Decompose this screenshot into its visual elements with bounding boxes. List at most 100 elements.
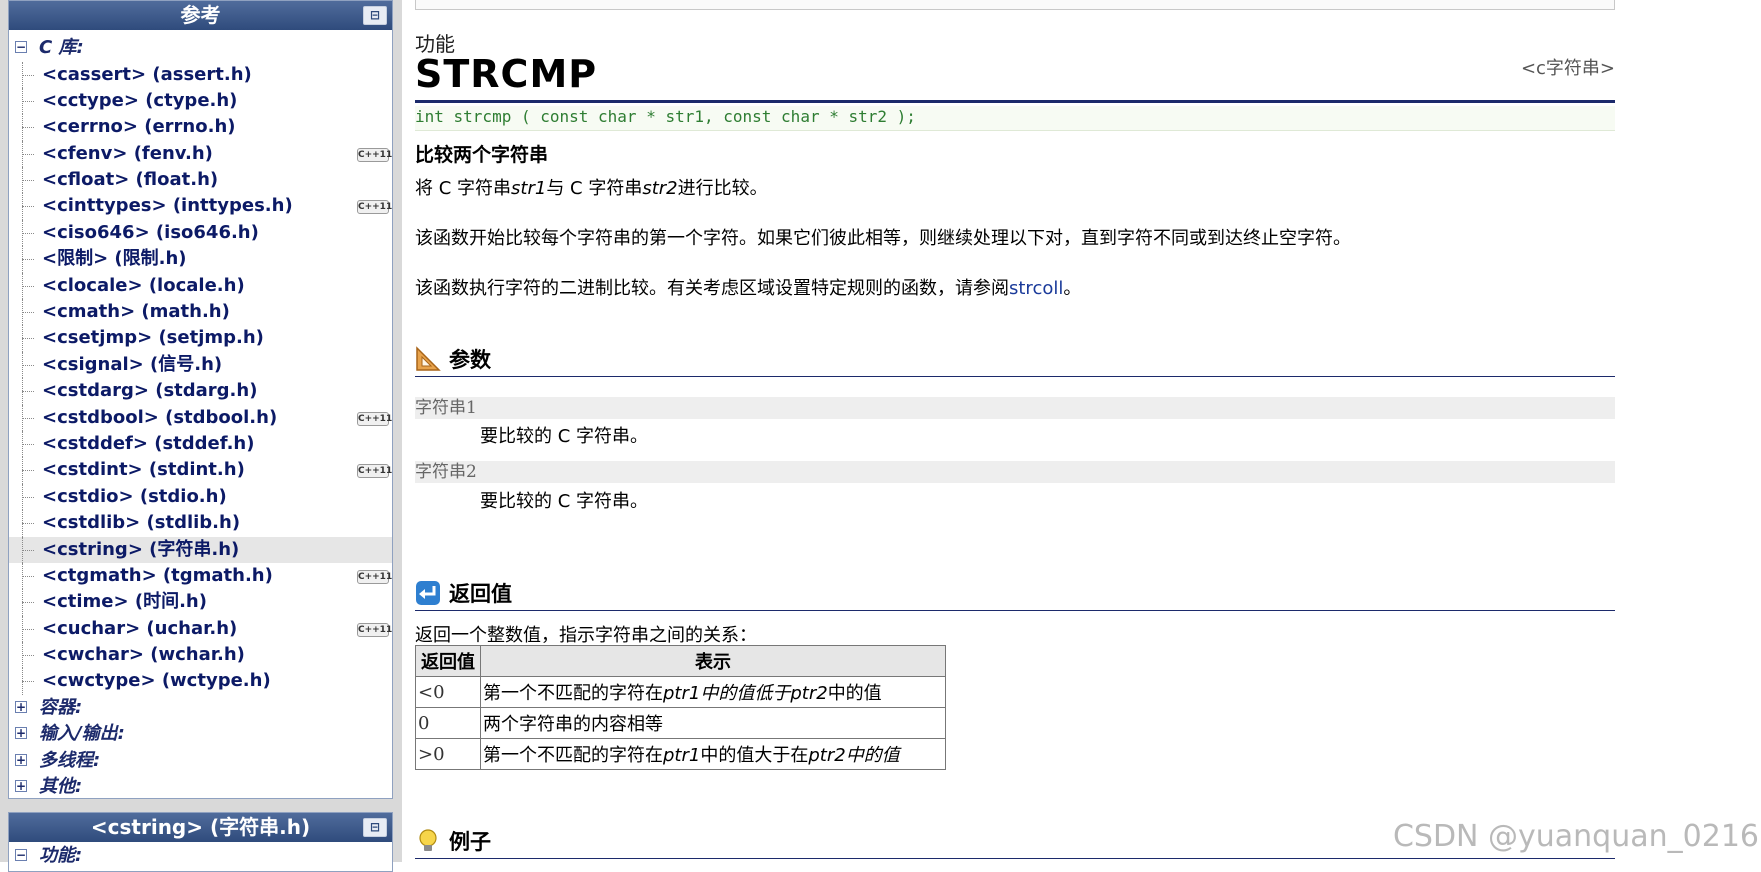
table-row: >0 第一个不匹配的字符在ptr1中的值大于在ptr2中的值	[415, 738, 946, 770]
sidebar-item[interactable]: <cassert> (assert.h)	[9, 61, 392, 89]
section-title: 返回值	[449, 582, 512, 606]
function-summary: 比较两个字符串	[415, 144, 549, 166]
sidebar-item-label: <csetjmp> (setjmp.h)	[42, 327, 264, 349]
param-ref: ptr2	[790, 683, 828, 704]
header-link[interactable]: <c字符串>	[1521, 54, 1615, 80]
expand-icon[interactable]: +	[15, 727, 27, 740]
sidebar-item[interactable]: <ctgmath> (tgmath.h) C++11	[9, 562, 393, 590]
sidebar-item[interactable]: <csetjmp> (setjmp.h)	[9, 325, 392, 353]
watermark: CSDN @yuanquan_0216	[1392, 819, 1759, 854]
category-functions[interactable]: − 功能:	[9, 843, 392, 870]
sidebar-item[interactable]: <cstdlib> (stdlib.h)	[9, 510, 392, 537]
sidebar-item[interactable]: <clocale> (locale.h)	[9, 272, 392, 300]
book-icon[interactable]: ⊟	[363, 818, 387, 837]
sidebar-item-label: <cuchar> (uchar.h)	[42, 617, 238, 639]
sidebar-item[interactable]: <cctype> (ctype.h)	[9, 87, 392, 115]
description-1: 将 C 字符串str1与 C 字符串str2进行比较。	[415, 174, 768, 200]
cell-text: 中的值	[827, 683, 882, 704]
sidebar-item[interactable]: <cinttypes> (inttypes.h) C++11	[9, 193, 393, 221]
sidebar-item[interactable]: <cstdio> (stdio.h)	[9, 483, 392, 511]
sidebar: 参考 ⊟ − C 库: <cassert> (assert.h) <cctype>…	[0, 0, 402, 872]
param-ref: str2	[642, 178, 678, 199]
sidebar-item-label: <cmath> (math.h)	[42, 301, 230, 323]
table-row: <0 第一个不匹配的字符在ptr1中的值低于ptr2中的值	[415, 676, 946, 708]
cpp11-badge: C++11	[357, 147, 393, 162]
collapse-icon[interactable]: −	[15, 849, 27, 861]
desc-text: 将 C 字符串	[415, 178, 512, 199]
sidebar-category[interactable]: + 其他:	[9, 774, 392, 801]
parameters-section-header: 参数	[415, 344, 1615, 377]
param-name: 字符串1	[415, 397, 1615, 419]
sidebar-item-label: <cstdarg> (stdarg.h)	[42, 380, 258, 402]
param-ref: ptr1	[663, 745, 701, 766]
meaning-cell: 两个字符串的内容相等	[480, 707, 946, 739]
column-header: 返回值	[415, 645, 481, 677]
sidebar-item[interactable]: <cstddef> (stddef.h)	[9, 430, 392, 458]
cpp11-badge: C++11	[357, 464, 393, 479]
sidebar-item-label: <cstdlib> (stdlib.h)	[42, 512, 241, 534]
cpp11-badge: C++11	[357, 622, 393, 637]
cstring-panel: <cstring> (字符串.h) ⊟ − 功能:	[8, 812, 393, 872]
sidebar-item-label: <ctime> (时间.h)	[42, 591, 207, 613]
return-value-cell: >0	[415, 738, 481, 770]
category-label: C 库:	[39, 37, 84, 58]
sidebar-item[interactable]: <cstring> (字符串.h)	[9, 536, 392, 564]
sidebar-item-label: <cassert> (assert.h)	[42, 63, 252, 85]
cpp11-badge: C++11	[357, 569, 393, 584]
category-label: 功能:	[39, 845, 83, 866]
sidebar-category[interactable]: + 输入/输出:	[9, 721, 392, 748]
sidebar-item[interactable]: <csignal> (信号.h)	[9, 351, 392, 379]
title-divider	[415, 100, 1615, 103]
sidebar-item[interactable]: <限制> (限制.h)	[9, 246, 392, 274]
expand-icon[interactable]: +	[15, 780, 27, 793]
return-value-cell: 0	[415, 707, 481, 739]
lightbulb-icon	[419, 829, 437, 851]
sidebar-category[interactable]: + 多线程:	[9, 748, 392, 775]
sidebar-item[interactable]: <ciso646> (iso646.h)	[9, 219, 392, 247]
reference-panel-header: 参考 ⊟	[9, 1, 392, 30]
desc-text: 该函数执行字符的二进制比较。有关考虑区域设置特定规则的函数，请参阅	[415, 278, 1009, 299]
sidebar-item[interactable]: <cuchar> (uchar.h) C++11	[9, 615, 393, 643]
sidebar-item[interactable]: <cfenv> (fenv.h) C++11	[9, 140, 393, 168]
category-c-library[interactable]: − C 库:	[9, 35, 392, 62]
sidebar-item[interactable]: <cstdbool> (stdbool.h) C++11	[9, 404, 392, 432]
category-label: 其他:	[39, 776, 83, 798]
sidebar-item-label: <cstdio> (stdio.h)	[42, 485, 227, 507]
cell-text: 第一个不匹配的字符在	[483, 745, 663, 766]
section-title: 例子	[449, 830, 491, 854]
cell-text: 中的值低于	[700, 683, 791, 704]
sidebar-item[interactable]: <ctime> (时间.h)	[9, 589, 392, 617]
param-description: 要比较的 C 字符串。	[480, 426, 649, 447]
cpp11-badge: C++11	[357, 200, 393, 215]
sidebar-item[interactable]: <cstdarg> (stdarg.h)	[9, 378, 392, 405]
sidebar-item-label: <cfloat> (float.h)	[42, 169, 219, 191]
reference-panel: 参考 ⊟ − C 库: <cassert> (assert.h) <cctype>…	[8, 0, 393, 799]
table-row: 0 两个字符串的内容相等	[415, 707, 946, 739]
param-description: 要比较的 C 字符串。	[480, 491, 649, 512]
sidebar-item-label: <ciso646> (iso646.h)	[42, 221, 259, 243]
sidebar-item-label: <cctype> (ctype.h)	[42, 89, 238, 111]
meaning-cell: 第一个不匹配的字符在ptr1中的值大于在ptr2中的值	[480, 738, 946, 770]
table-header-row: 返回值 表示	[415, 645, 946, 677]
meaning-cell: 第一个不匹配的字符在ptr1中的值低于ptr2中的值	[480, 676, 946, 708]
sidebar-item[interactable]: <cerrno> (errno.h)	[9, 114, 392, 142]
sidebar-item[interactable]: <cstdint> (stdint.h) C++11	[9, 457, 393, 485]
sidebar-item[interactable]: <cwctype> (wctype.h)	[9, 668, 392, 696]
sidebar-item-label: <clocale> (locale.h)	[42, 274, 245, 296]
sidebar-category[interactable]: + 容器:	[9, 695, 392, 722]
sidebar-item[interactable]: <cfloat> (float.h)	[9, 167, 392, 194]
sidebar-item-label: <cinttypes> (inttypes.h)	[42, 195, 293, 217]
collapse-icon[interactable]: −	[15, 41, 27, 53]
param-ref: ptr1	[663, 683, 701, 704]
sidebar-item-label: <cstdint> (stdint.h)	[42, 459, 245, 481]
expand-icon[interactable]: +	[15, 700, 27, 713]
sidebar-item-label: <限制> (限制.h)	[42, 248, 187, 270]
category-label: 容器:	[39, 696, 83, 718]
expand-icon[interactable]: +	[15, 753, 27, 766]
sidebar-item[interactable]: <cmath> (math.h)	[9, 299, 392, 326]
strcoll-link[interactable]: strcoll	[1009, 278, 1063, 299]
return-section-header: 返回值	[415, 578, 1615, 611]
book-icon[interactable]: ⊟	[363, 6, 387, 25]
return-value-table: 返回值 表示 <0 第一个不匹配的字符在ptr1中的值低于ptr2中的值 0 两…	[415, 645, 946, 770]
sidebar-item[interactable]: <cwchar> (wchar.h)	[9, 642, 392, 669]
